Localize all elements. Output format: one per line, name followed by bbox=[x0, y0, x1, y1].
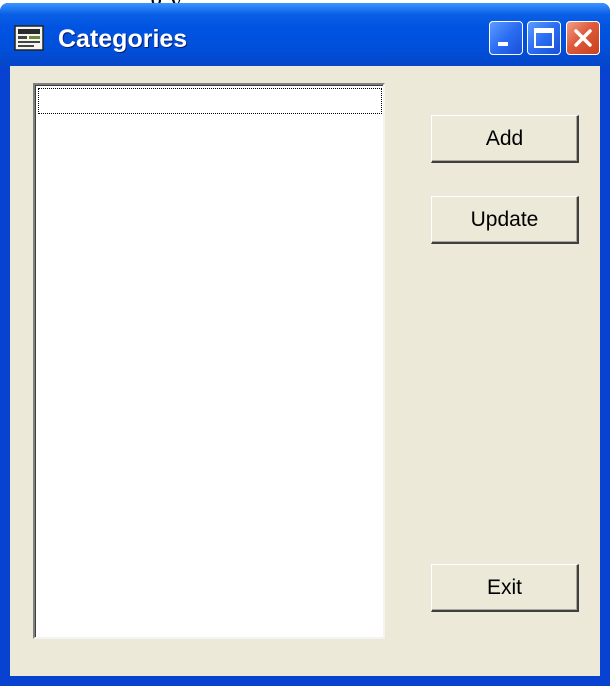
maximize-icon bbox=[534, 28, 554, 48]
categories-app-icon[interactable] bbox=[14, 25, 44, 51]
categories-window: Categories Add Update Exit bbox=[0, 3, 610, 686]
exit-button[interactable]: Exit bbox=[431, 564, 579, 612]
update-button[interactable]: Update bbox=[431, 196, 579, 244]
maximize-button[interactable] bbox=[527, 21, 561, 55]
client-area: Add Update Exit bbox=[10, 66, 600, 676]
categories-listbox[interactable] bbox=[33, 83, 385, 639]
add-button[interactable]: Add bbox=[431, 115, 579, 163]
close-button[interactable] bbox=[566, 21, 600, 55]
minimize-button[interactable] bbox=[489, 21, 523, 55]
close-icon bbox=[574, 29, 592, 47]
window-title: Categories bbox=[58, 25, 188, 53]
listbox-focus-rectangle[interactable] bbox=[38, 88, 382, 114]
title-bar[interactable]: Categories bbox=[0, 3, 610, 66]
minimize-icon bbox=[498, 42, 508, 46]
